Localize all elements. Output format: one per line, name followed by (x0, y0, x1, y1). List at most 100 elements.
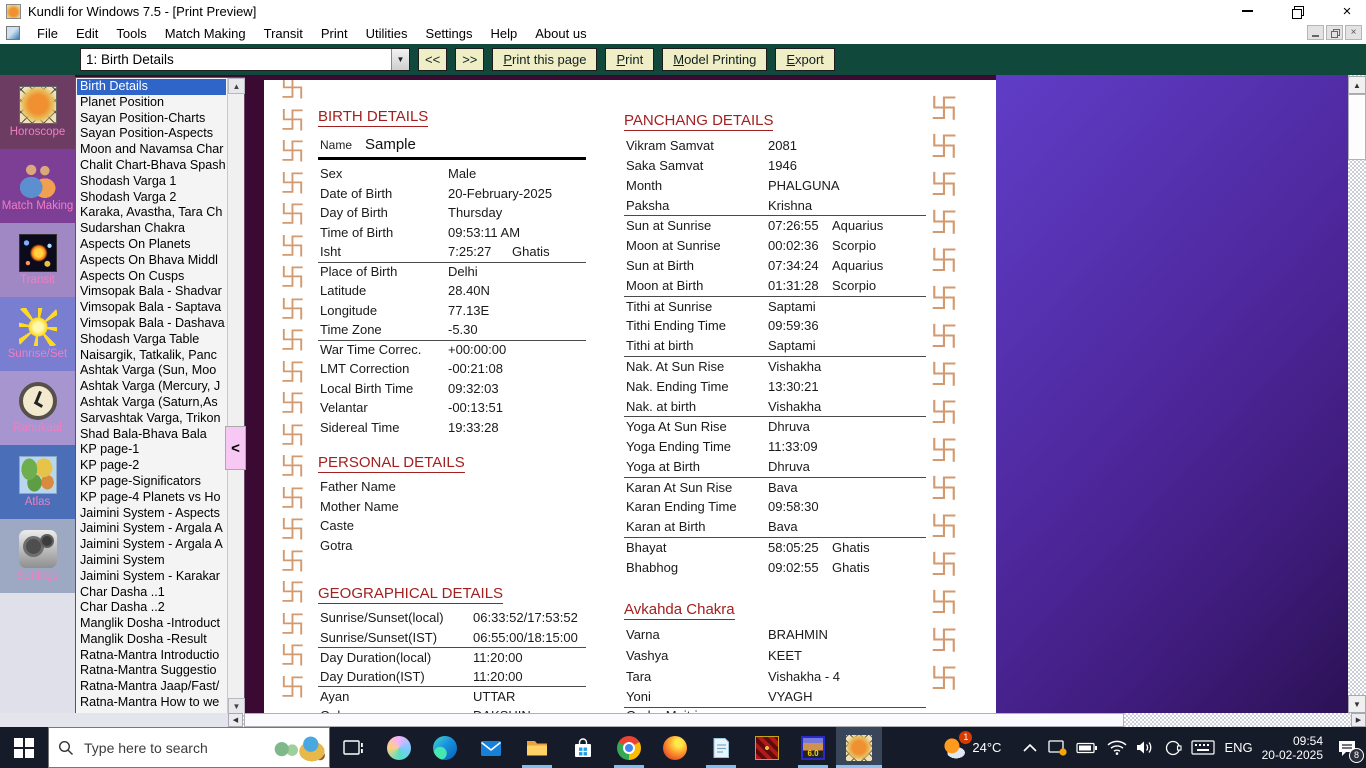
list-item[interactable]: KP page-2 (77, 458, 226, 474)
menu-item[interactable]: Match Making (156, 26, 255, 41)
restore-button[interactable] (1286, 2, 1308, 20)
task-view-button[interactable] (330, 727, 376, 768)
list-item[interactable]: Moon and Navamsa Char (77, 142, 226, 158)
list-item[interactable]: Ratna-Mantra Jaap/Fast/ (77, 679, 226, 695)
sidebar-item[interactable]: Settings (0, 519, 75, 593)
notification-center-button[interactable]: 8 (1332, 733, 1362, 763)
list-scrollbar[interactable]: ▲ ▼ < (227, 78, 244, 714)
horizontal-scroll-thumb[interactable] (244, 713, 1124, 727)
list-item[interactable]: Karaka, Avastha, Tara Ch (77, 205, 226, 221)
list-item[interactable]: Ashtak Varga (Saturn,As (77, 395, 226, 411)
mdi-minimize-button[interactable] (1307, 25, 1324, 40)
kundli-red-button[interactable] (744, 727, 790, 768)
scroll-up-icon[interactable]: ▲ (228, 78, 245, 94)
edge-button[interactable] (422, 727, 468, 768)
list-item[interactable]: Shodash Varga Table (77, 332, 226, 348)
list-item[interactable]: Sudarshan Chakra (77, 221, 226, 237)
toolbar-button[interactable]: Model Printing (662, 48, 767, 71)
wifi-button[interactable] (1107, 740, 1127, 755)
horizontal-scrollbar[interactable]: ◀ ▶ (228, 713, 1366, 727)
list-item[interactable]: Jaimini System (77, 553, 226, 569)
sidebar-item[interactable]: Sunrise/Set (0, 297, 75, 371)
sidebar-item[interactable]: Match Making (0, 149, 75, 223)
mdi-restore-button[interactable] (1326, 25, 1343, 40)
list-item[interactable]: KP page-4 Planets vs Ho (77, 490, 226, 506)
file-explorer-button[interactable] (514, 727, 560, 768)
list-item[interactable]: Ratna-Mantra How to we (77, 695, 226, 711)
toolbar-button[interactable]: Print (605, 48, 654, 71)
list-item[interactable]: Manglik Dosha -Result (77, 632, 226, 648)
notepad-button[interactable] (698, 727, 744, 768)
list-item[interactable]: Shad Bala-Bhava Bala (77, 427, 226, 443)
list-item[interactable]: Naisargik, Tatkalik, Panc (77, 348, 226, 364)
list-item[interactable]: Sarvashtak Varga, Trikon (77, 411, 226, 427)
list-item[interactable]: Shodash Varga 2 (77, 190, 226, 206)
list-item[interactable]: Jaimini System - Aspects (77, 506, 226, 522)
list-item[interactable]: Aspects On Cusps (77, 269, 226, 285)
toolbar-button[interactable]: Print this page (492, 48, 597, 71)
chrome-button[interactable] (606, 727, 652, 768)
list-item[interactable]: Aspects On Planets (77, 237, 226, 253)
page-selector[interactable]: 1: Birth Details ▼ (80, 48, 410, 71)
list-item[interactable]: Ashtak Varga (Mercury, J (77, 379, 226, 395)
list-item[interactable]: Ratna-Mantra Suggestio (77, 663, 226, 679)
menu-item[interactable]: Settings (417, 26, 482, 41)
list-item[interactable]: Ratna-Mantra Introductio (77, 648, 226, 664)
mail-button[interactable] (468, 727, 514, 768)
language-indicator[interactable]: ENG (1224, 740, 1252, 755)
sidebar-item[interactable]: Transit (0, 223, 75, 297)
previous-page-button[interactable]: << (418, 48, 447, 71)
menu-item[interactable]: Transit (255, 26, 312, 41)
copilot-button[interactable] (376, 727, 422, 768)
clock[interactable]: 09:54 20-02-2025 (1262, 734, 1323, 762)
scroll-up-icon[interactable]: ▲ (1348, 76, 1366, 94)
cast-button[interactable] (1164, 739, 1182, 757)
vertical-scroll-thumb[interactable] (1348, 94, 1366, 160)
menu-item[interactable]: About us (526, 26, 595, 41)
list-item[interactable]: Chalit Chart-Bhava Spash (77, 158, 226, 174)
kundli-active-app-button[interactable] (836, 727, 882, 768)
sidebar-item[interactable]: Rahukaal (0, 371, 75, 445)
menu-item[interactable]: Help (482, 26, 527, 41)
scroll-down-icon[interactable]: ▼ (1348, 695, 1366, 713)
list-item[interactable]: Vimsopak Bala - Saptava (77, 300, 226, 316)
list-item[interactable]: Jaimini System - Argala A (77, 521, 226, 537)
scroll-left-icon[interactable]: ◀ (228, 713, 243, 727)
list-item[interactable]: Vimsopak Bala - Shadvar (77, 284, 226, 300)
list-item[interactable]: Birth Details (77, 79, 226, 95)
sidebar-item[interactable]: Atlas (0, 445, 75, 519)
list-item[interactable]: Char Dasha ..1 (77, 585, 226, 601)
list-item[interactable]: KP page-1 (77, 442, 226, 458)
scroll-down-icon[interactable]: ▼ (228, 698, 245, 714)
menu-item[interactable]: Edit (67, 26, 107, 41)
search-input[interactable]: Type here to search (48, 727, 330, 768)
battery-button[interactable] (1076, 742, 1098, 754)
minimize-button[interactable] (1236, 2, 1258, 20)
menu-item[interactable]: Utilities (357, 26, 417, 41)
collapse-panel-button[interactable]: < (225, 426, 246, 470)
list-item[interactable]: Char Dasha ..2 (77, 600, 226, 616)
list-item[interactable]: Jaimini System - Karakar (77, 569, 226, 585)
menu-item[interactable]: Print (312, 26, 357, 41)
scroll-right-icon[interactable]: ▶ (1351, 713, 1366, 727)
close-button[interactable]: × (1336, 2, 1358, 20)
firefox-button[interactable] (652, 727, 698, 768)
volume-button[interactable] (1136, 740, 1155, 755)
list-item[interactable]: Shodash Varga 1 (77, 174, 226, 190)
sidebar-item[interactable]: Horoscope (0, 75, 75, 149)
touch-keyboard-button[interactable] (1191, 740, 1215, 755)
next-page-button[interactable]: >> (455, 48, 484, 71)
list-item[interactable]: Vimsopak Bala - Dashava (77, 316, 226, 332)
tray-overflow-button[interactable] (1022, 743, 1038, 753)
vertical-scrollbar[interactable]: ▲ ▼ (1348, 75, 1366, 713)
start-button[interactable] (0, 727, 48, 768)
list-item[interactable]: Sayan Position-Aspects (77, 126, 226, 142)
dropdown-arrow-icon[interactable]: ▼ (391, 49, 409, 70)
list-item[interactable]: Planet Position (77, 95, 226, 111)
list-item[interactable]: Ashtak Varga (Sun, Moo (77, 363, 226, 379)
list-item[interactable]: Sayan Position-Charts (77, 111, 226, 127)
menu-item[interactable]: Tools (107, 26, 155, 41)
list-item[interactable]: KP page-Significators (77, 474, 226, 490)
list-item[interactable]: Jaimini System - Argala A (77, 537, 226, 553)
menu-item[interactable]: File (28, 26, 67, 41)
